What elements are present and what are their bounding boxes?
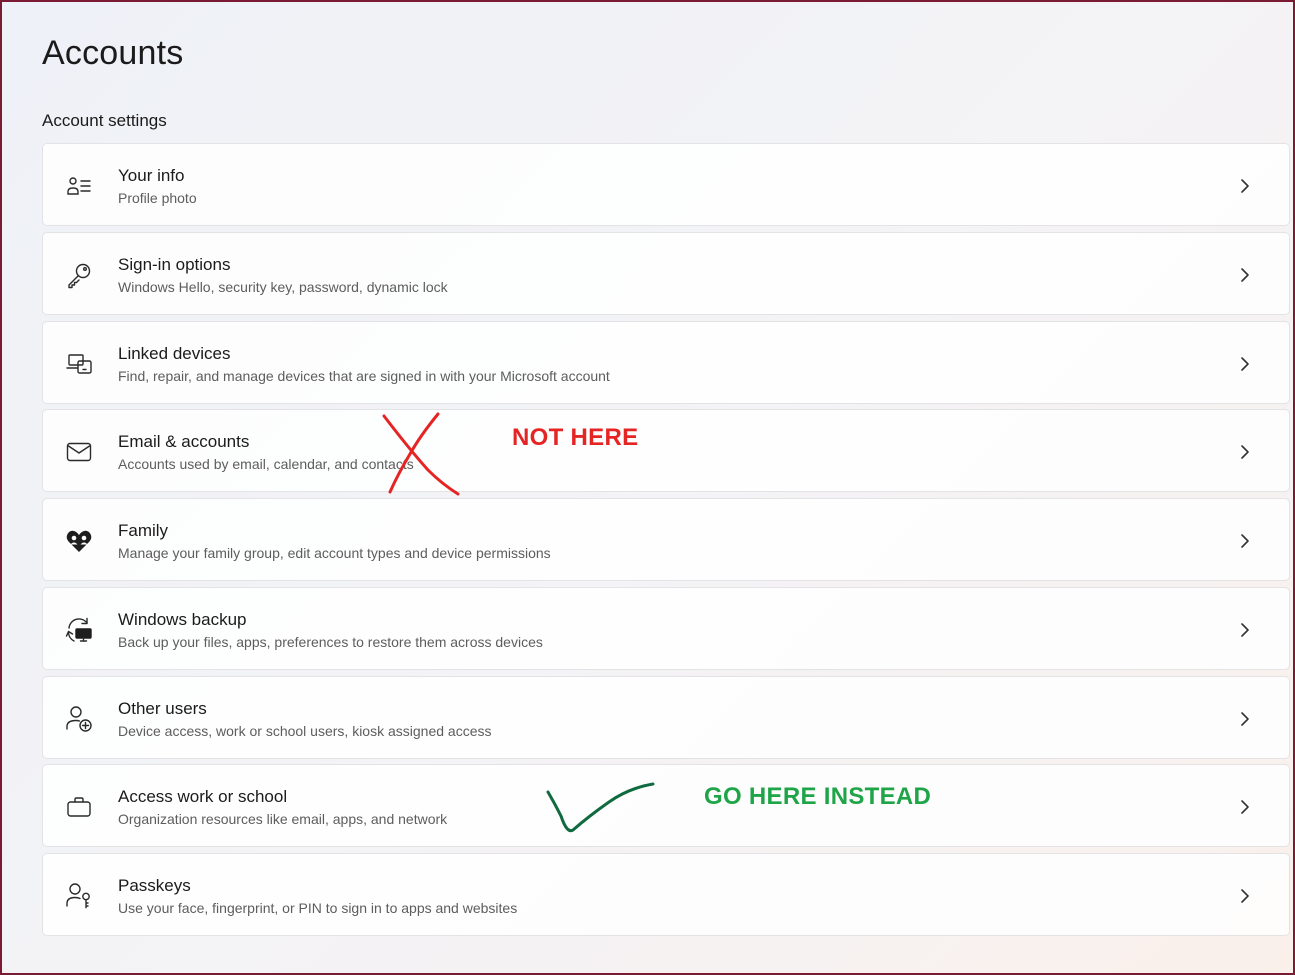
not-here-annotation: NOT HERE	[512, 424, 639, 451]
go-here-instead-annotation: GO HERE INSTEAD	[704, 783, 932, 810]
item-label: Passkeys	[118, 876, 191, 895]
user-info-icon	[65, 172, 93, 200]
item-label: Access work or school	[118, 787, 288, 806]
chevron-right-icon	[1239, 355, 1251, 373]
item-label: Other users	[118, 699, 207, 718]
page-title: Accounts	[42, 34, 184, 72]
item-description: Manage your family group, edit account t…	[118, 545, 551, 561]
passkey-icon	[65, 882, 93, 910]
key-icon	[65, 261, 93, 289]
chevron-right-icon	[1239, 443, 1251, 461]
chevron-right-icon	[1239, 887, 1251, 905]
backup-icon	[65, 616, 93, 644]
chevron-right-icon	[1239, 798, 1251, 816]
item-description: Back up your files, apps, preferences to…	[118, 634, 543, 650]
chevron-right-icon	[1239, 621, 1251, 639]
add-user-icon	[65, 705, 93, 733]
item-description: Use your face, fingerprint, or PIN to si…	[118, 900, 518, 916]
chevron-right-icon	[1239, 710, 1251, 728]
mail-icon	[65, 438, 93, 466]
item-description: Profile photo	[118, 190, 197, 206]
item-label: Windows backup	[118, 610, 247, 629]
settings-item-passkeys[interactable]: Passkeys Use your face, fingerprint, or …	[42, 853, 1290, 936]
family-heart-icon	[65, 527, 93, 555]
item-label: Linked devices	[118, 344, 231, 363]
item-label: Your info	[118, 166, 185, 185]
chevron-right-icon	[1239, 266, 1251, 284]
settings-item-other-users[interactable]: Other users Device access, work or schoo…	[42, 676, 1290, 759]
settings-item-email-accounts[interactable]: Email & accounts Accounts used by email,…	[42, 409, 1290, 492]
item-description: Accounts used by email, calendar, and co…	[118, 456, 414, 472]
item-label: Sign-in options	[118, 255, 231, 274]
settings-item-linked-devices[interactable]: Linked devices Find, repair, and manage …	[42, 321, 1290, 404]
section-title: Account settings	[42, 111, 167, 130]
item-description: Find, repair, and manage devices that ar…	[118, 368, 610, 384]
chevron-right-icon	[1239, 177, 1251, 195]
green-check-mark-icon	[546, 782, 655, 833]
red-cross-mark-icon	[382, 412, 460, 496]
settings-item-family[interactable]: Family Manage your family group, edit ac…	[42, 498, 1290, 581]
settings-item-your-info[interactable]: Your info Profile photo	[42, 143, 1290, 226]
item-label: Family	[118, 521, 169, 540]
settings-item-access-work-or-school[interactable]: Access work or school Organization resou…	[42, 764, 1290, 847]
item-description: Device access, work or school users, kio…	[118, 723, 492, 739]
settings-item-sign-in-options[interactable]: Sign-in options Windows Hello, security …	[42, 232, 1290, 315]
settings-item-windows-backup[interactable]: Windows backup Back up your files, apps,…	[42, 587, 1290, 670]
devices-icon	[65, 350, 93, 378]
briefcase-icon	[65, 793, 93, 821]
item-label: Email & accounts	[118, 432, 250, 451]
item-description: Organization resources like email, apps,…	[118, 811, 448, 827]
item-description: Windows Hello, security key, password, d…	[118, 279, 448, 295]
chevron-right-icon	[1239, 532, 1251, 550]
